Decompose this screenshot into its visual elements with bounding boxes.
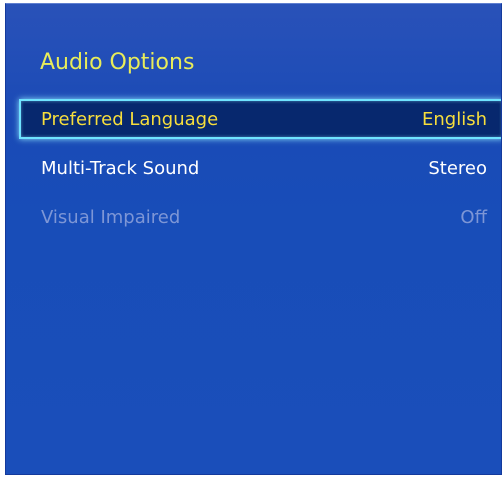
menu-item-value: Off (460, 206, 487, 228)
audio-options-menu: Preferred Language English Multi-Track S… (19, 99, 501, 246)
panel-title: Audio Options (40, 50, 195, 75)
menu-item-value: English (422, 108, 487, 130)
menu-item-multi-track-sound[interactable]: Multi-Track Sound Stereo (19, 148, 501, 188)
menu-item-label: Preferred Language (41, 108, 219, 130)
menu-item-preferred-language[interactable]: Preferred Language English (19, 99, 501, 139)
menu-item-label: Visual Impaired (41, 206, 181, 228)
audio-options-panel: Audio Options Preferred Language English… (5, 3, 502, 475)
menu-item-value: Stereo (428, 157, 487, 179)
menu-item-label: Multi-Track Sound (41, 157, 200, 179)
menu-item-visual-impaired: Visual Impaired Off (19, 197, 501, 237)
